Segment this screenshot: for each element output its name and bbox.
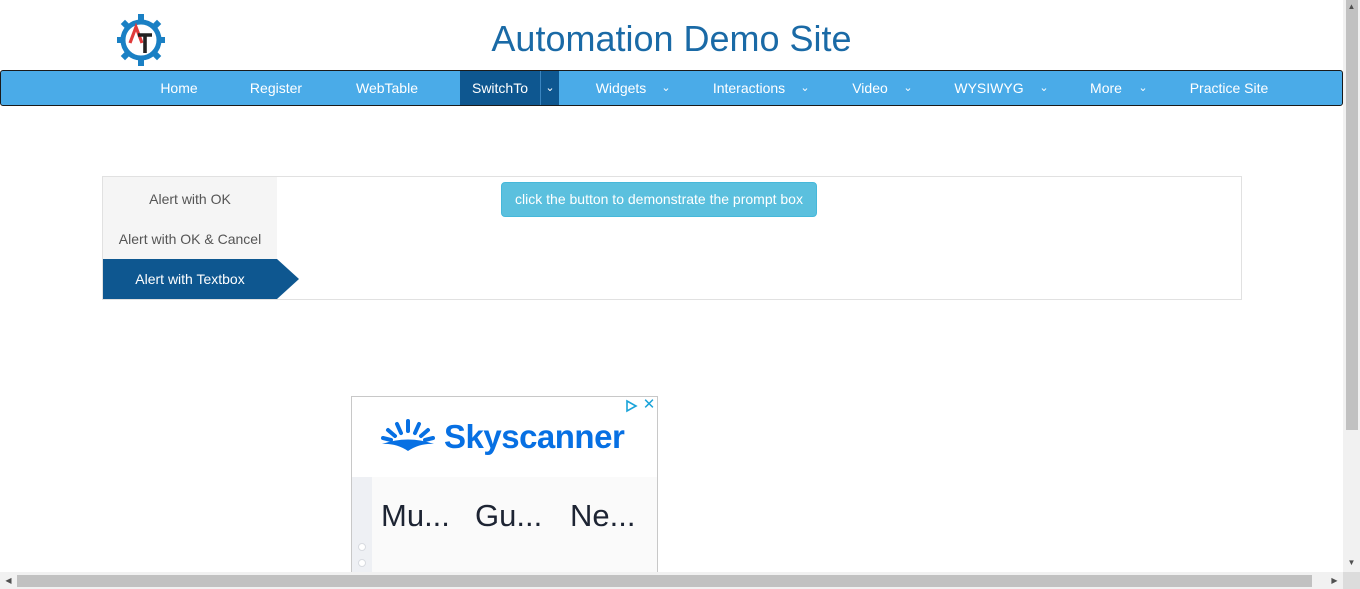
- nav-switchto[interactable]: SwitchTo: [460, 71, 540, 105]
- nav-home[interactable]: Home: [139, 71, 219, 105]
- prompt-box-button[interactable]: click the button to demonstrate the prom…: [501, 182, 817, 217]
- skyscanner-sun-icon: [381, 419, 435, 451]
- chevron-down-icon[interactable]: ⌄: [899, 71, 917, 105]
- carousel-dot[interactable]: [358, 543, 366, 551]
- scroll-up-arrow-icon[interactable]: ▲: [1343, 0, 1360, 14]
- horizontal-scrollbar-thumb[interactable]: [17, 575, 1312, 587]
- tab-alert-with-ok[interactable]: Alert with OK: [103, 179, 277, 219]
- nav-wysiwyg[interactable]: WYSIWYG: [949, 71, 1029, 105]
- ad-destination[interactable]: Ne...: [570, 497, 635, 535]
- nav-interactions[interactable]: Interactions: [707, 71, 791, 105]
- tab-alert-with-textbox[interactable]: Alert with Textbox: [103, 259, 277, 299]
- skyscanner-ad[interactable]: ✕ Skyscanner Mu... Gu... Ne...: [351, 396, 658, 574]
- ad-destination-carousel[interactable]: Mu... Gu... Ne...: [352, 477, 657, 573]
- nav-widgets[interactable]: Widgets: [581, 71, 661, 105]
- alerts-tab-list: Alert with OK Alert with OK & Cancel Ale…: [103, 177, 277, 299]
- close-icon[interactable]: ✕: [642, 397, 656, 413]
- carousel-dot[interactable]: [358, 559, 366, 567]
- nav-video[interactable]: Video: [840, 71, 900, 105]
- chevron-down-icon[interactable]: ⌄: [657, 71, 675, 105]
- carousel-indicator: [352, 477, 372, 573]
- scroll-left-arrow-icon[interactable]: ◀: [0, 572, 17, 589]
- chevron-down-icon[interactable]: ⌄: [796, 71, 814, 105]
- tab-alert-with-ok-cancel[interactable]: Alert with OK & Cancel: [103, 219, 277, 259]
- main-nav: Home Register WebTable SwitchTo ⌄ Widget…: [0, 70, 1343, 106]
- ad-destination[interactable]: Gu...: [475, 497, 542, 535]
- chevron-down-icon[interactable]: ⌄: [1035, 71, 1053, 105]
- skyscanner-brand: Skyscanner: [444, 418, 625, 455]
- chevron-down-icon[interactable]: ⌄: [540, 71, 559, 105]
- scroll-down-arrow-icon[interactable]: ▼: [1343, 556, 1360, 570]
- vertical-scrollbar-thumb[interactable]: [1346, 0, 1358, 430]
- scroll-right-arrow-icon[interactable]: ▶: [1326, 572, 1343, 589]
- nav-webtable[interactable]: WebTable: [347, 71, 427, 105]
- alerts-tab-panel: Alert with OK Alert with OK & Cancel Ale…: [102, 176, 1242, 300]
- ad-destination[interactable]: Mu...: [381, 497, 450, 535]
- site-title: Automation Demo Site: [491, 18, 852, 59]
- scrollbar-corner: [1343, 572, 1360, 589]
- active-tab-arrow: [277, 259, 299, 299]
- adchoices-icon[interactable]: [624, 399, 638, 413]
- nav-practice-site[interactable]: Practice Site: [1184, 71, 1274, 105]
- nav-more[interactable]: More: [1076, 71, 1136, 105]
- nav-register[interactable]: Register: [236, 71, 316, 105]
- chevron-down-icon[interactable]: ⌄: [1134, 71, 1152, 105]
